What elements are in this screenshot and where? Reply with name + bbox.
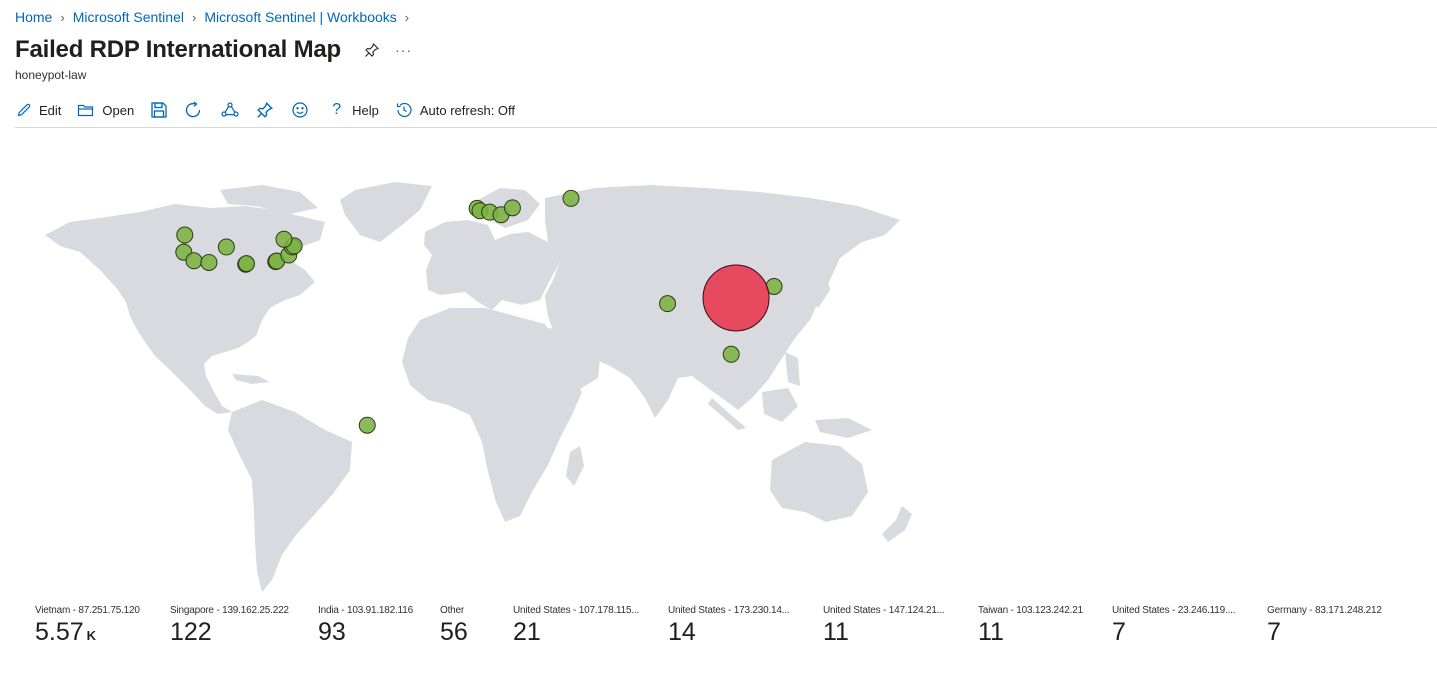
title-row: Failed RDP International Map ··· bbox=[15, 36, 412, 64]
tile-singapore[interactable]: Singapore - 139.162.25.222 122 bbox=[170, 605, 289, 645]
tile-value: 21 bbox=[513, 618, 541, 646]
tile-value: 122 bbox=[170, 618, 212, 646]
land-europe bbox=[424, 220, 560, 310]
history-icon bbox=[396, 102, 412, 118]
land-south-america bbox=[228, 400, 352, 592]
feedback-button[interactable] bbox=[290, 101, 310, 119]
help-button[interactable]: ? Help bbox=[326, 101, 379, 119]
map-bubble[interactable] bbox=[358, 416, 376, 434]
land-australia bbox=[770, 442, 868, 522]
tile-label: India - 103.91.182.116 bbox=[318, 605, 413, 616]
land-africa bbox=[402, 308, 582, 522]
tile-label: United States - 107.178.115... bbox=[513, 605, 640, 616]
land-philippines bbox=[785, 352, 800, 386]
chevron-right-icon: › bbox=[404, 9, 410, 25]
page-subtitle: honeypot-law bbox=[15, 68, 87, 82]
pin-icon bbox=[257, 102, 274, 118]
tile-germany[interactable]: Germany - 83.171.248.212 7 bbox=[1267, 605, 1382, 645]
tile-taiwan[interactable]: Taiwan - 103.123.242.21 11 bbox=[978, 605, 1083, 645]
chevron-right-icon: › bbox=[191, 9, 197, 25]
tile-other[interactable]: Other 56 bbox=[440, 605, 468, 645]
more-options-icon[interactable]: ··· bbox=[395, 42, 412, 58]
land-greenland bbox=[340, 182, 432, 242]
map-bubble[interactable] bbox=[176, 226, 194, 244]
tile-value: 7 bbox=[1112, 618, 1126, 646]
tile-value: 56 bbox=[440, 618, 468, 646]
tile-value: 93 bbox=[318, 618, 346, 646]
tile-value: 11 bbox=[823, 618, 849, 646]
map-bubble[interactable] bbox=[200, 253, 218, 271]
smiley-icon bbox=[292, 102, 308, 118]
breadcrumb-microsoft-sentinel[interactable]: Microsoft Sentinel bbox=[73, 9, 184, 25]
save-button[interactable] bbox=[150, 101, 168, 119]
map-bubble[interactable] bbox=[659, 295, 677, 313]
edit-label: Edit bbox=[39, 102, 62, 118]
map-bubble-highlight[interactable] bbox=[702, 264, 770, 332]
tile-value: 5.57 K bbox=[35, 619, 140, 649]
land-caribbean bbox=[232, 374, 270, 384]
tile-vietnam[interactable]: Vietnam - 87.251.75.120 5.57 K bbox=[35, 605, 140, 649]
tile-label: Vietnam - 87.251.75.120 bbox=[35, 605, 140, 616]
chevron-right-icon: › bbox=[60, 9, 65, 25]
tile-india[interactable]: India - 103.91.182.116 93 bbox=[318, 605, 413, 645]
land-borneo bbox=[762, 388, 798, 422]
command-bar: Edit Open ? Help Auto refresh: Off bbox=[16, 98, 531, 122]
open-button[interactable]: Open bbox=[77, 102, 134, 118]
open-label: Open bbox=[102, 102, 135, 118]
land-new-guinea bbox=[815, 418, 872, 438]
breadcrumb-home[interactable]: Home bbox=[15, 9, 52, 25]
pin-to-dashboard-button[interactable] bbox=[256, 101, 274, 119]
tiles-row: Vietnam - 87.251.75.120 5.57 K Singapore … bbox=[35, 605, 1435, 665]
help-label: Help bbox=[352, 102, 379, 118]
refresh-button[interactable] bbox=[184, 101, 204, 119]
tile-label: United States - 173.230.14... bbox=[668, 605, 790, 616]
share-button[interactable] bbox=[220, 101, 240, 119]
breadcrumb-workbooks[interactable]: Microsoft Sentinel | Workbooks bbox=[204, 9, 396, 25]
folder-open-icon bbox=[78, 104, 94, 117]
toolbar-divider bbox=[15, 127, 1437, 128]
tile-label: Taiwan - 103.123.242.21 bbox=[978, 605, 1083, 616]
map-bubble[interactable] bbox=[562, 189, 580, 207]
tile-label: United States - 147.124.21... bbox=[823, 605, 945, 616]
tile-united-states-3[interactable]: United States - 147.124.21... 11 bbox=[823, 605, 945, 645]
pin-icon[interactable] bbox=[363, 41, 381, 59]
tile-label: Singapore - 139.162.25.222 bbox=[170, 605, 289, 616]
land-new-zealand bbox=[882, 506, 912, 542]
map-bubble[interactable] bbox=[185, 252, 203, 270]
tile-label: Other bbox=[440, 605, 465, 616]
auto-refresh-label: Auto refresh: Off bbox=[419, 102, 516, 118]
map-bubble[interactable] bbox=[237, 255, 255, 273]
tile-label: United States - 23.246.119.... bbox=[1112, 605, 1236, 616]
tile-value: 14 bbox=[668, 618, 696, 646]
auto-refresh-button[interactable]: Auto refresh: Off bbox=[395, 101, 515, 119]
tile-label: Germany - 83.171.248.212 bbox=[1267, 605, 1382, 616]
map-bubble[interactable] bbox=[217, 238, 235, 256]
tile-unit: K bbox=[86, 628, 97, 643]
tile-number: 5.57 bbox=[35, 618, 84, 646]
tile-united-states-1[interactable]: United States - 107.178.115... 21 bbox=[513, 605, 639, 645]
refresh-icon bbox=[186, 101, 201, 118]
tile-value: 7 bbox=[1267, 618, 1281, 646]
share-icon bbox=[221, 102, 239, 117]
save-icon bbox=[151, 102, 167, 118]
tile-united-states-4[interactable]: United States - 23.246.119.... 7 bbox=[1112, 605, 1236, 646]
tile-value: 11 bbox=[978, 618, 1004, 646]
world-map[interactable] bbox=[0, 130, 1437, 600]
page-title: Failed RDP International Map bbox=[15, 36, 342, 63]
pencil-icon bbox=[17, 103, 31, 117]
edit-button[interactable]: Edit bbox=[16, 102, 61, 118]
map-bubble[interactable] bbox=[722, 345, 740, 363]
land-madagascar bbox=[566, 446, 584, 486]
breadcrumb: Home › Microsoft Sentinel › Microsoft Se… bbox=[15, 9, 417, 25]
map-bubble[interactable] bbox=[503, 199, 521, 217]
question-icon: ? bbox=[332, 101, 342, 118]
tile-united-states-2[interactable]: United States - 173.230.14... 14 bbox=[668, 605, 790, 645]
map-bubble[interactable] bbox=[275, 230, 293, 248]
